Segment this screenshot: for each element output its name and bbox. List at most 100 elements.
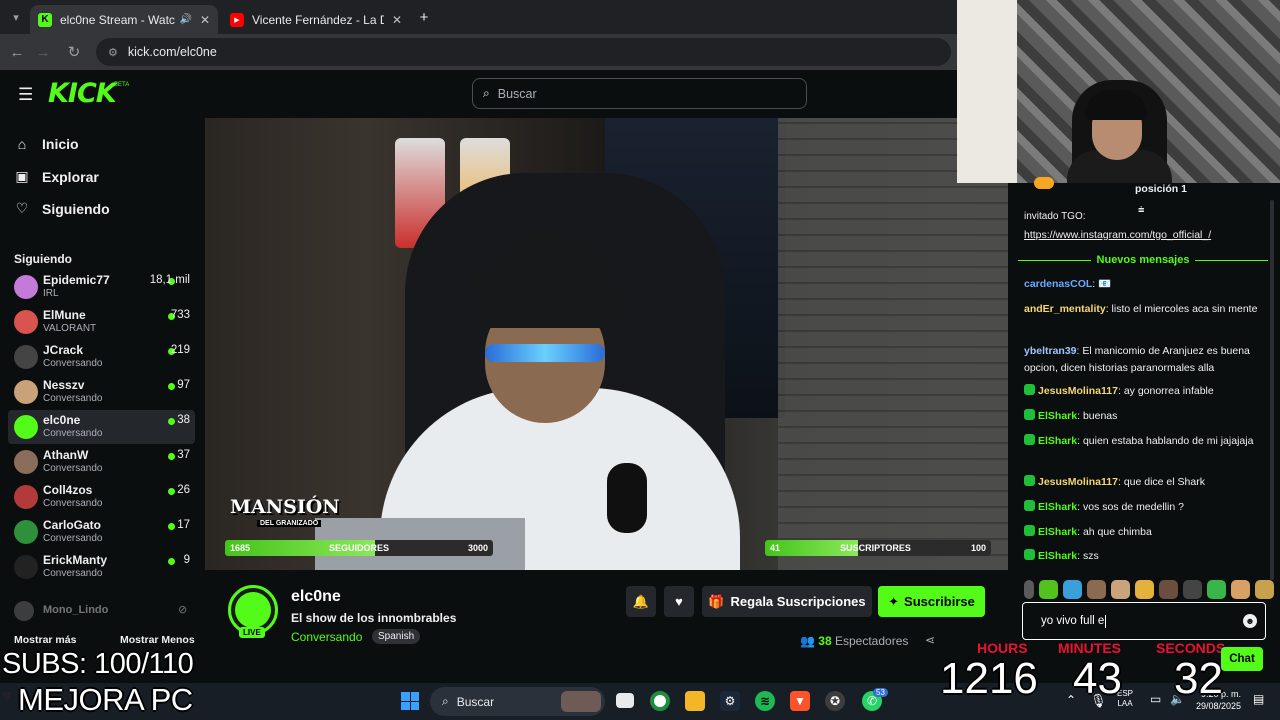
followers-target: 3000	[467, 543, 488, 553]
notifications-icon[interactable]: ▤	[1253, 692, 1264, 706]
chat-input[interactable]: yo vivo full e ☻	[1022, 602, 1266, 640]
live-dot-icon	[168, 383, 175, 390]
taskbar-search[interactable]: ⌕ Buscar	[430, 687, 605, 716]
emote-icon[interactable]	[1135, 580, 1154, 599]
following-channel-item[interactable]: ElMune VALORANT 733	[8, 305, 195, 339]
page-scrollbar[interactable]	[1270, 200, 1276, 580]
avatar	[14, 485, 38, 509]
emoji-picker-icon[interactable]: ☻	[1243, 614, 1257, 628]
chat-username[interactable]: cardenasCOL	[1024, 278, 1092, 290]
chat-username[interactable]: ybeltran39	[1024, 345, 1077, 357]
chat-message: andEr_mentality: listo el miercoles aca …	[1024, 301, 1274, 318]
following-viewer-count: 733	[170, 309, 190, 321]
steam-icon[interactable]: ⚙	[720, 691, 740, 711]
sidebar-nav-explorar[interactable]: ▣ Explorar	[14, 168, 98, 185]
chat-message: ybeltran39: El manicomio de Aranjuez es …	[1024, 343, 1274, 377]
following-channel-item[interactable]: Epidemic77 IRL 18,1 mil	[8, 270, 195, 304]
bell-icon: 🔔	[632, 593, 650, 609]
video-stone-wall	[778, 118, 1008, 570]
video-player[interactable]: MANSIÓN DEL GRANIZADO 1685 SEGUIDORES 30…	[205, 118, 1008, 570]
following-channel-item[interactable]: Coll4zos Conversando 26	[8, 480, 195, 514]
search-highlight-image	[561, 691, 601, 712]
verified-badge-icon	[1024, 384, 1035, 395]
reload-icon[interactable]: ↻	[64, 42, 84, 62]
windows-start-icon[interactable]	[401, 692, 419, 710]
sidebar-nav-siguiendo[interactable]: ♡ Siguiendo	[14, 200, 110, 217]
following-channel-item[interactable]: ErickManty Conversando 9	[8, 550, 195, 584]
pinned-link[interactable]: https://www.instagram.com/tgo_official_/	[1024, 227, 1274, 244]
new-tab-button[interactable]: +	[414, 7, 434, 27]
task-view-icon[interactable]	[616, 693, 634, 708]
following-viewer-count: 9	[183, 554, 190, 566]
subs-label: SUSCRIPTORES	[840, 543, 911, 553]
close-tab-icon[interactable]: ✕	[200, 13, 210, 27]
chat-username[interactable]: ElShark	[1038, 501, 1077, 513]
offline-channel[interactable]: Mono_Lindo ⊘	[14, 601, 194, 621]
back-arrow-icon[interactable]: ←	[7, 42, 27, 62]
chat-username[interactable]: ElShark	[1038, 550, 1077, 562]
chrome-icon[interactable]	[650, 691, 670, 711]
avatar	[14, 275, 38, 299]
chat-message: JesusMolina117: ay gonorrea infable	[1024, 383, 1274, 400]
emote-icon[interactable]	[1024, 580, 1034, 599]
language-tag[interactable]: Spanish	[372, 629, 421, 644]
tab-vicente[interactable]: ▶ Vicente Fernández - La Diferencia ✕	[222, 5, 410, 34]
emote-icon[interactable]	[1231, 580, 1250, 599]
tab-list-chevron-icon[interactable]: ▾	[6, 7, 26, 27]
following-channel-name: Nesszv	[43, 378, 85, 392]
emote-icon[interactable]	[1111, 580, 1130, 599]
share-icon[interactable]: ⋖	[925, 633, 935, 647]
tab-elc0ne[interactable]: K elc0ne Stream - Watch Live 🔊 ✕	[30, 5, 218, 34]
network-icon[interactable]: ▭	[1150, 692, 1161, 706]
following-channel-item[interactable]: AthanW Conversando 37	[8, 445, 195, 479]
stream-category[interactable]: Conversando	[291, 630, 362, 644]
chat-username[interactable]: ElShark	[1038, 435, 1077, 447]
brave-icon[interactable]: ▼	[790, 691, 810, 711]
following-channel-category: VALORANT	[43, 323, 97, 334]
emote-icon[interactable]	[1207, 580, 1226, 599]
sidebar-nav-inicio[interactable]: ⌂ Inicio	[14, 136, 79, 152]
emote-icon[interactable]	[1255, 580, 1274, 599]
subscribe-button[interactable]: ✦ Suscribirse	[878, 586, 985, 617]
new-messages-divider[interactable]: Nuevos mensajes	[1018, 253, 1268, 267]
chat-username[interactable]: JesusMolina117	[1038, 385, 1118, 397]
notification-bell-button[interactable]: 🔔	[626, 586, 656, 617]
gift-subs-button[interactable]: 🎁 Regala Suscripciones	[702, 586, 872, 617]
follow-heart-button[interactable]: ♥	[664, 586, 694, 617]
emote-icon[interactable]	[1159, 580, 1178, 599]
chat-username[interactable]: JesusMolina117	[1038, 476, 1118, 488]
emote-icon[interactable]	[1039, 580, 1058, 599]
verified-badge-icon	[1024, 525, 1035, 536]
following-channel-category: Conversando	[43, 428, 103, 439]
following-channel-item[interactable]: elc0ne Conversando 38	[8, 410, 195, 444]
emote-icon[interactable]	[1183, 580, 1202, 599]
following-channel-item[interactable]: CarloGato Conversando 17	[8, 515, 195, 549]
chat-username[interactable]: ElShark	[1038, 526, 1077, 538]
following-viewer-count: 97	[177, 379, 190, 391]
show-more-button[interactable]: Mostrar más	[14, 634, 76, 646]
chat-text: ay gonorrea infable	[1123, 385, 1214, 397]
channel-name[interactable]: elc0ne	[291, 588, 341, 606]
search-input[interactable]: ⌕ Buscar	[472, 78, 807, 109]
chat-username[interactable]: andEr_mentality	[1024, 303, 1106, 315]
site-settings-icon[interactable]: ⚙	[108, 46, 118, 59]
emote-icon[interactable]	[1087, 580, 1106, 599]
forward-arrow-icon[interactable]: →	[33, 42, 53, 62]
show-less-button[interactable]: Mostrar Menos	[120, 634, 195, 646]
chat-send-button[interactable]: Chat	[1221, 647, 1263, 671]
file-explorer-icon[interactable]	[685, 691, 705, 711]
chat-message: ElShark: szs	[1024, 548, 1274, 565]
following-channel-item[interactable]: Nesszv Conversando 97	[8, 375, 195, 409]
menu-hamburger-icon[interactable]: ☰	[18, 85, 33, 105]
offline-icon: ⊘	[178, 604, 188, 616]
following-channel-item[interactable]: JCrack Conversando 219	[8, 340, 195, 374]
kick-logo[interactable]: KICK	[48, 78, 117, 109]
spotify-icon[interactable]: ≋	[755, 691, 775, 711]
game-app-icon[interactable]: ✪	[825, 691, 845, 711]
emote-icon[interactable]	[1063, 580, 1082, 599]
url-field[interactable]: ⚙ kick.com/elc0ne	[96, 38, 951, 66]
divider-line	[1195, 259, 1268, 261]
chat-username[interactable]: ElShark	[1038, 410, 1077, 422]
close-tab-icon[interactable]: ✕	[392, 13, 402, 27]
speaker-icon[interactable]: 🔊	[179, 14, 191, 25]
